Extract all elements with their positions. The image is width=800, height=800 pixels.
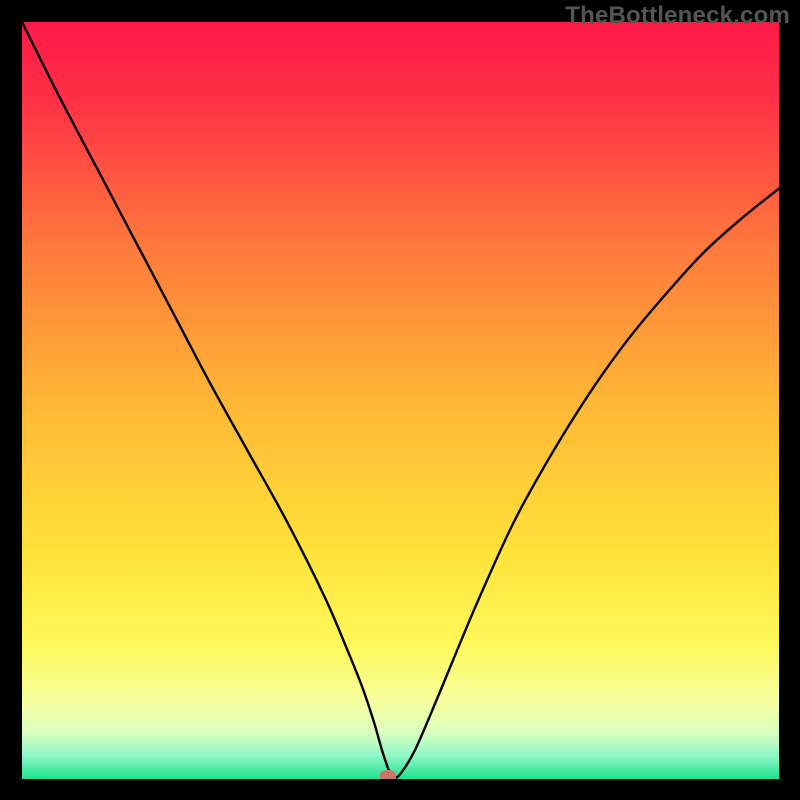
plot-area	[22, 22, 779, 779]
bottleneck-curve	[22, 22, 779, 779]
min-point-marker	[380, 770, 396, 779]
watermark-text: TheBottleneck.com	[565, 2, 790, 30]
chart-container: TheBottleneck.com	[0, 0, 800, 800]
